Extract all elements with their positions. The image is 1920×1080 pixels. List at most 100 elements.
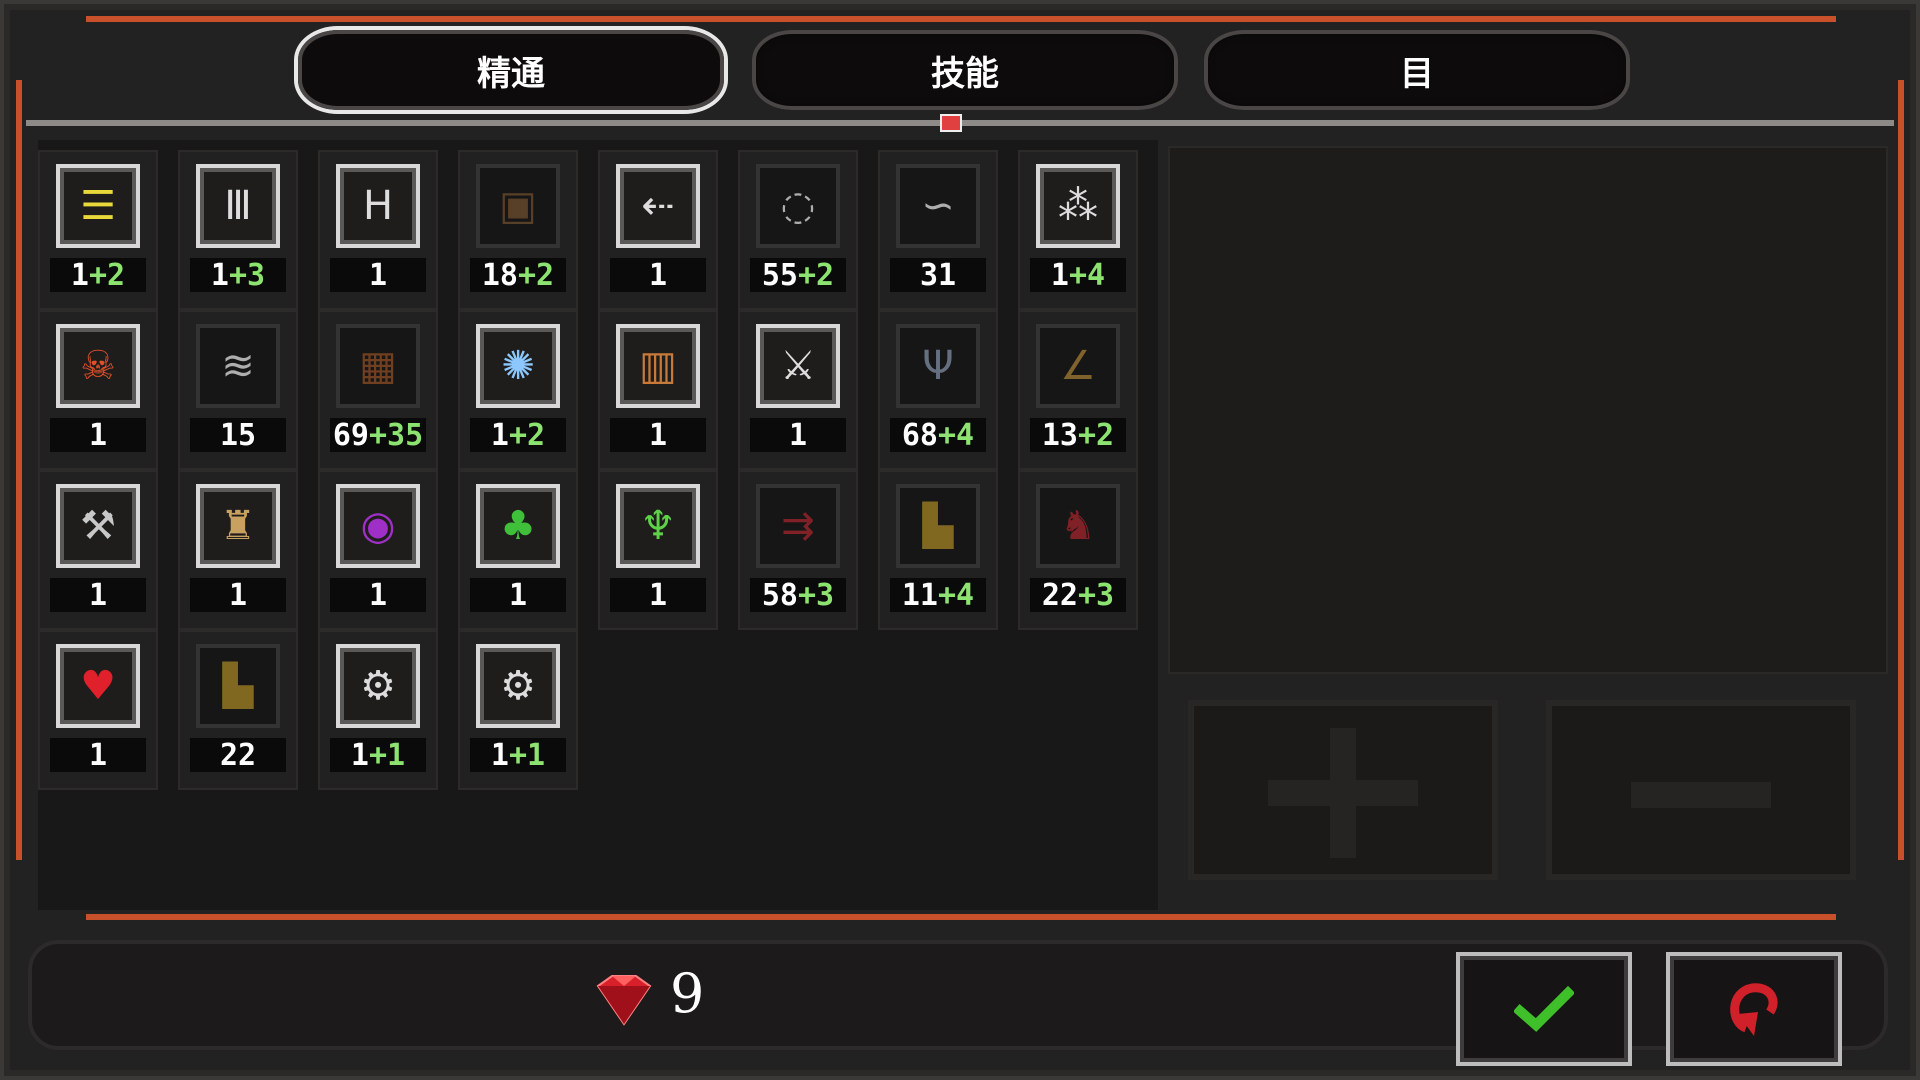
dead-tree-icon: Ψ — [896, 324, 980, 408]
mastery-cell[interactable]: ☠ 1 — [38, 310, 158, 470]
mastery-base-value: 31 — [919, 257, 957, 293]
mastery-cell[interactable]: ▙ 11 +4 — [878, 470, 998, 630]
mastery-cell[interactable]: ⁂ 1 +4 — [1018, 150, 1138, 310]
wind-icon: ≋ — [196, 324, 280, 408]
mastery-base-value: 1 — [648, 417, 668, 453]
mastery-cell[interactable]: ♞ 22 +3 — [1018, 470, 1138, 630]
tab-skills[interactable]: 技能 — [752, 30, 1178, 110]
mastery-bonus-value: +3 — [798, 577, 835, 613]
mastery-cell[interactable]: ⚙ 1 +1 — [318, 630, 438, 790]
blood-arrows-icon: ⇉ — [756, 484, 840, 568]
mastery-count: 1 — [50, 577, 146, 613]
mastery-bonus-value: +2 — [798, 257, 835, 293]
mastery-count: 1 — [750, 417, 846, 453]
frame-trim-left — [16, 80, 22, 860]
mastery-cell[interactable]: ✺ 1 +2 — [458, 310, 578, 470]
mastery-count: 18 +2 — [470, 257, 566, 293]
mastery-count: 22 +3 — [1030, 577, 1126, 613]
mastery-base-value: 1 — [88, 577, 108, 613]
mastery-count: 22 — [190, 737, 286, 773]
mastery-cell[interactable]: ⚒ 1 — [38, 470, 158, 630]
decrease-button[interactable] — [1546, 700, 1856, 880]
mastery-base-value: 22 — [1041, 577, 1078, 613]
confirm-button[interactable] — [1456, 952, 1632, 1066]
mastery-base-value: 1 — [788, 417, 808, 453]
mastery-base-value: 22 — [219, 737, 257, 773]
demon-head-icon: ☠ — [56, 324, 140, 408]
mastery-base-value: 1 — [70, 257, 89, 293]
mastery-base-value: 58 — [761, 577, 798, 613]
increase-button[interactable] — [1188, 700, 1498, 880]
mastery-cell[interactable]: ≋ 15 — [178, 310, 298, 470]
mastery-bonus-value: +3 — [228, 257, 266, 293]
mastery-count: 1 +2 — [50, 257, 146, 293]
mastery-base-value: 1 — [490, 737, 509, 773]
mastery-base-value: 1 — [648, 257, 668, 293]
arrow-trail-icon: ⇠ — [616, 164, 700, 248]
mastery-cell[interactable]: ⚔ 1 — [738, 310, 858, 470]
mastery-cell[interactable]: ☰ 1 +2 — [38, 150, 158, 310]
tab-goals[interactable]: 目 — [1204, 30, 1630, 110]
boomerang-icon: ∠ — [1036, 324, 1120, 408]
mastery-cell[interactable]: ⇉ 58 +3 — [738, 470, 858, 630]
mastery-cell[interactable]: ⇠ 1 — [598, 150, 718, 310]
mastery-grid: ☰ 1 +2 Ⅲ 1 +3 H 1 ▣ 18 +2 ⇠ 1 ◌ 55 +2 ∽ 31 ⁂ 1 +4 ☠ 1 ≋ 15 ▦ 69 +35… — [38, 140, 1158, 910]
mastery-cell[interactable]: ♣ 1 — [458, 470, 578, 630]
mastery-count: 1 +1 — [330, 737, 426, 773]
mastery-base-value: 1 — [210, 257, 229, 293]
gear-icon: ⚙ — [336, 644, 420, 728]
mastery-cell[interactable]: ∽ 31 — [878, 150, 998, 310]
mastery-base-value: 11 — [901, 577, 938, 613]
mastery-count: 31 — [890, 257, 986, 293]
void-eye-icon: ◉ — [336, 484, 420, 568]
frame-trim-top — [86, 16, 1836, 22]
gem-count: 9 — [670, 962, 705, 1025]
mastery-cell[interactable]: ▦ 69 +35 — [318, 310, 438, 470]
mastery-count: 1 — [470, 577, 566, 613]
mastery-cell[interactable]: ◉ 1 — [318, 470, 438, 630]
mastery-base-value: 68 — [901, 417, 938, 453]
mastery-bonus-value: +35 — [368, 417, 424, 453]
mastery-base-value: 1 — [648, 577, 668, 613]
mastery-base-value: 1 — [88, 417, 108, 453]
mastery-cell[interactable]: ⚙ 1 +1 — [458, 630, 578, 790]
rope-icon: ∽ — [896, 164, 980, 248]
mastery-base-value: 1 — [508, 577, 528, 613]
tab-indicator — [940, 114, 962, 132]
mastery-count: 69 +35 — [330, 417, 426, 453]
mastery-base-value: 1 — [368, 257, 388, 293]
mastery-base-value: 1 — [350, 737, 369, 773]
dashed-ring-icon: ◌ — [756, 164, 840, 248]
undo-arrow-icon — [1730, 983, 1778, 1036]
bolts-icon: ☰ — [56, 164, 140, 248]
mastery-cell[interactable]: Ψ 68 +4 — [878, 310, 998, 470]
mastery-count: 1 — [330, 257, 426, 293]
mastery-base-value: 1 — [228, 577, 248, 613]
frame-trim-bottom — [86, 914, 1836, 920]
tab-mastery[interactable]: 精通 — [298, 30, 724, 110]
mastery-cell[interactable]: ◌ 55 +2 — [738, 150, 858, 310]
mastery-cell[interactable]: H1 — [318, 150, 438, 310]
mastery-count: 58 +3 — [750, 577, 846, 613]
mastery-base-value: 18 — [481, 257, 518, 293]
mastery-count: 1 — [50, 738, 146, 773]
mastery-count: 1 — [610, 577, 706, 613]
undo-button[interactable] — [1666, 952, 1842, 1066]
mastery-cell[interactable]: ∠ 13 +2 — [1018, 310, 1138, 470]
mastery-cell[interactable]: ♆ 1 — [598, 470, 718, 630]
mastery-bonus-value: +4 — [1068, 257, 1106, 293]
mastery-bonus-value: +3 — [1078, 577, 1115, 613]
mastery-cell[interactable]: ♜ 1 — [178, 470, 298, 630]
gold-stacks-icon: ▙ — [196, 644, 280, 728]
mastery-base-value: 55 — [761, 257, 798, 293]
mastery-cell[interactable]: ▥ 1 — [598, 310, 718, 470]
spikes-icon: Ⅲ — [196, 164, 280, 248]
mastery-cell[interactable]: ▙ 22 — [178, 630, 298, 790]
detail-panel — [1168, 146, 1888, 674]
mastery-cell[interactable]: Ⅲ 1 +3 — [178, 150, 298, 310]
mastery-cell[interactable]: ▣ 18 +2 — [458, 150, 578, 310]
stars-icon: ⁂ — [1036, 164, 1120, 248]
mastery-base-value: 1 — [490, 417, 509, 453]
mastery-cell[interactable]: ♥ 1 — [38, 630, 158, 790]
mastery-bonus-value: +4 — [938, 577, 975, 613]
